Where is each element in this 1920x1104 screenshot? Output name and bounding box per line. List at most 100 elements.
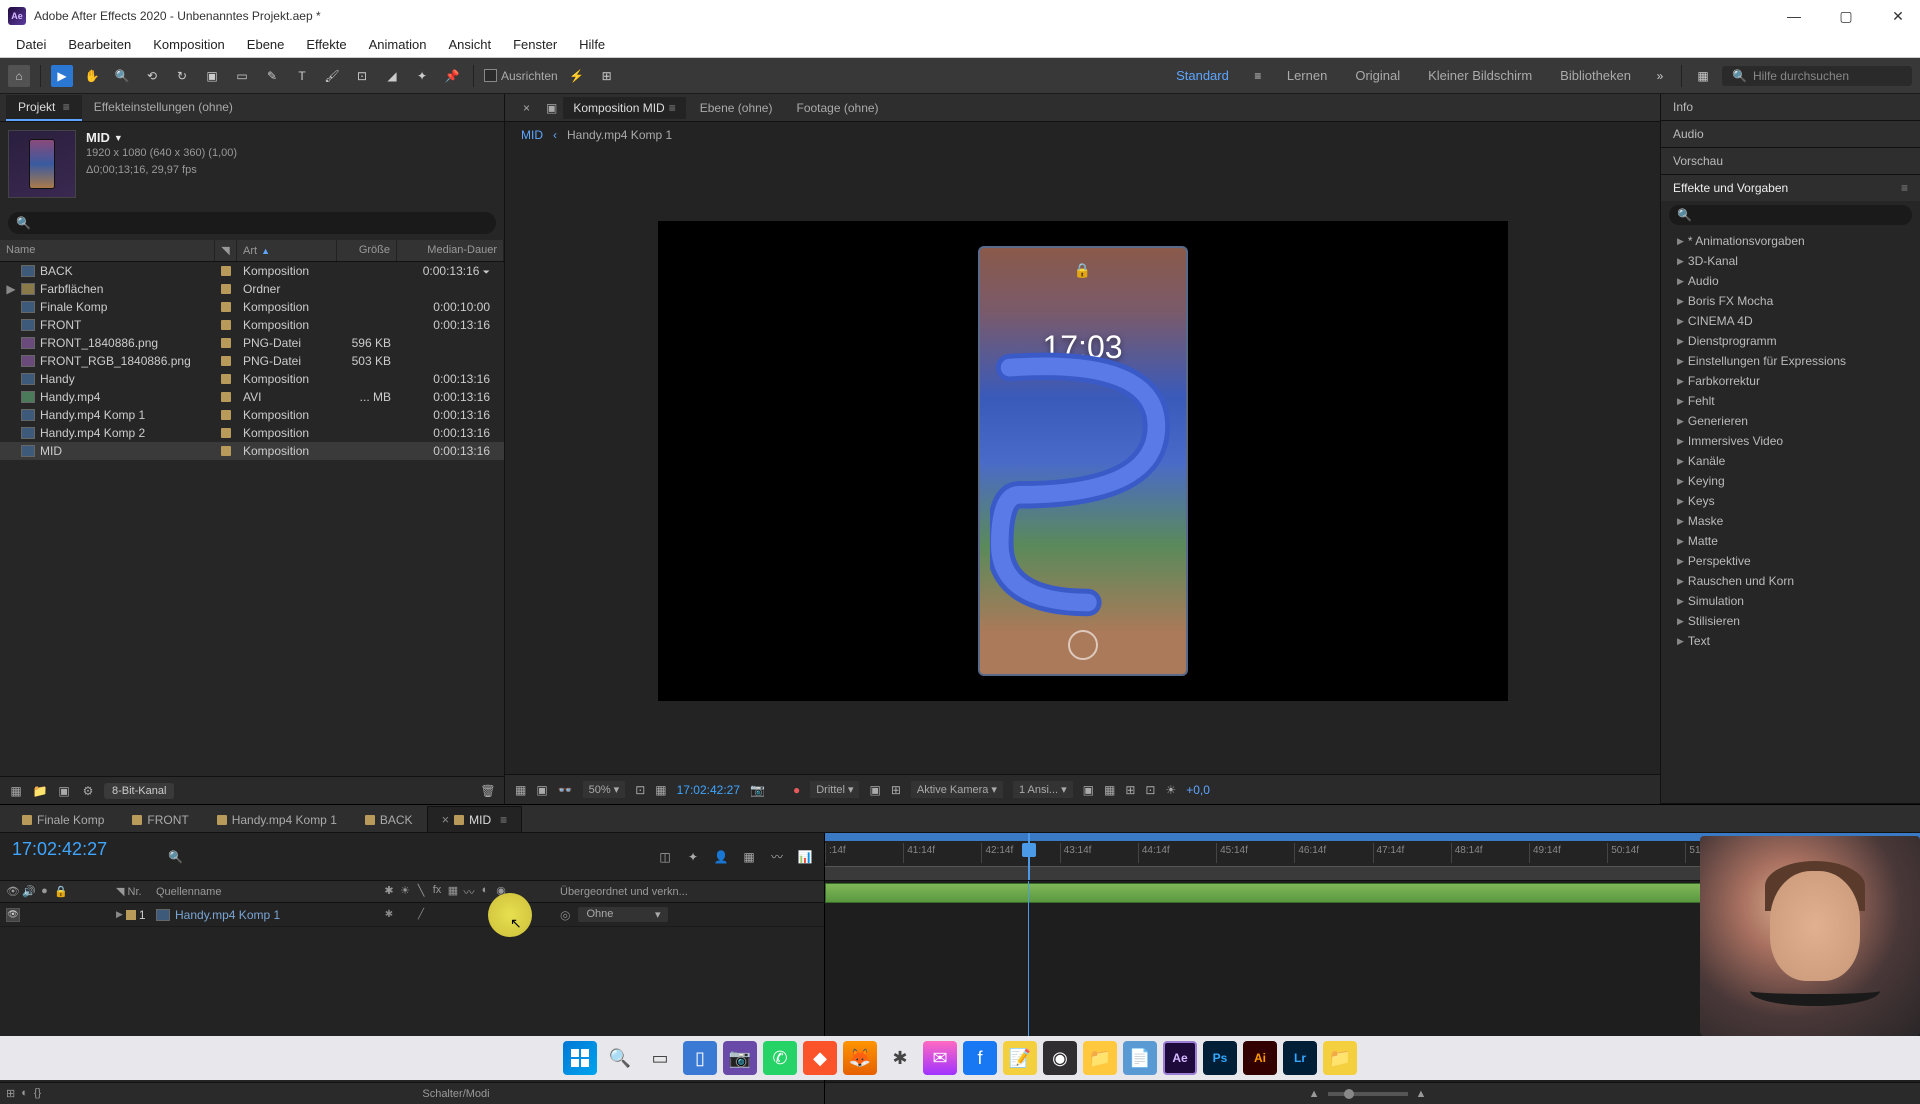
layer-twirl-icon[interactable]: ▶ bbox=[116, 909, 123, 920]
timeline-tab[interactable]: Handy.mp4 Komp 1 bbox=[203, 808, 351, 832]
project-item[interactable]: Handy.mp4 Komp 2 Komposition 0:00:13:16 bbox=[0, 424, 504, 442]
breadcrumb-root[interactable]: MID bbox=[521, 128, 543, 142]
tab-projekt[interactable]: Projekt ≡ bbox=[6, 95, 82, 121]
rect-tool-icon[interactable]: ▭ bbox=[231, 65, 253, 87]
alpha-toggle-icon[interactable]: ▦ bbox=[515, 783, 526, 797]
panel-info[interactable]: Info bbox=[1661, 94, 1920, 120]
project-item[interactable]: ▶Farbflächen Ordner bbox=[0, 280, 504, 298]
current-time-display[interactable]: 17:02:42:27 bbox=[677, 783, 740, 797]
project-settings-icon[interactable]: ⚙ bbox=[80, 783, 96, 799]
channel-icon[interactable]: ● bbox=[793, 783, 800, 797]
effects-category[interactable]: ▶Fehlt bbox=[1661, 391, 1920, 411]
effects-category[interactable]: ▶Generieren bbox=[1661, 411, 1920, 431]
grid-toggle-icon[interactable]: ▣ bbox=[536, 783, 547, 797]
effects-category[interactable]: ▶Audio bbox=[1661, 271, 1920, 291]
bit-depth-button[interactable]: 8-Bit-Kanal bbox=[104, 783, 174, 799]
selection-tool-icon[interactable]: ▶ bbox=[51, 65, 73, 87]
effects-category[interactable]: ▶Kanäle bbox=[1661, 451, 1920, 471]
taskbar-whatsapp-icon[interactable]: ✆ bbox=[763, 1041, 797, 1075]
layer-visibility-toggle[interactable]: 👁 bbox=[6, 908, 20, 922]
menu-fenster[interactable]: Fenster bbox=[503, 34, 567, 55]
close-button[interactable]: ✕ bbox=[1884, 8, 1912, 25]
effects-category[interactable]: ▶Stilisieren bbox=[1661, 611, 1920, 631]
workspace-kleiner[interactable]: Kleiner Bildschirm bbox=[1418, 65, 1542, 86]
workspace-standard[interactable]: Standard bbox=[1166, 65, 1239, 86]
panel-vorschau[interactable]: Vorschau bbox=[1661, 148, 1920, 174]
shy-switch-icon[interactable]: ✱ bbox=[382, 884, 396, 900]
exposure-reset-icon[interactable]: ☀ bbox=[1165, 783, 1176, 797]
zoom-dropdown[interactable]: 50% ▾ bbox=[583, 781, 626, 798]
taskbar-app1-icon[interactable]: ✱ bbox=[883, 1041, 917, 1075]
timeline-tab[interactable]: FRONT bbox=[118, 808, 202, 832]
taskbar-camera-icon[interactable]: 📷 bbox=[723, 1041, 757, 1075]
motionblur-switch-icon[interactable]: 〰 bbox=[462, 884, 476, 900]
fast-preview-icon[interactable]: ▣ bbox=[869, 783, 880, 797]
tab-footage[interactable]: Footage (ohne) bbox=[786, 97, 888, 119]
taskbar-app2-icon[interactable]: 📁 bbox=[1323, 1041, 1357, 1075]
effects-category[interactable]: ▶* Animationsvorgaben bbox=[1661, 231, 1920, 251]
effects-category[interactable]: ▶Text bbox=[1661, 631, 1920, 651]
toggle-switches-icon[interactable]: ⊞ bbox=[6, 1087, 15, 1100]
effects-category[interactable]: ▶CINEMA 4D bbox=[1661, 311, 1920, 331]
parent-dropdown[interactable]: Ohne▾ bbox=[578, 907, 668, 922]
timeline-icon[interactable]: ⊞ bbox=[891, 783, 901, 797]
orbit-tool-icon[interactable]: ⟲ bbox=[141, 65, 163, 87]
timeline-search-input[interactable]: 🔍 bbox=[168, 847, 648, 867]
roto-tool-icon[interactable]: ✦ bbox=[411, 65, 433, 87]
frameblend-switch-icon[interactable]: ▦ bbox=[446, 884, 460, 900]
menu-ansicht[interactable]: Ansicht bbox=[438, 34, 501, 55]
delete-icon[interactable]: 🗑 bbox=[480, 783, 496, 799]
mask-toggle-icon[interactable]: 👓 bbox=[558, 783, 573, 797]
menu-hilfe[interactable]: Hilfe bbox=[569, 34, 615, 55]
menu-ebene[interactable]: Ebene bbox=[237, 34, 295, 55]
project-item[interactable]: Handy.mp4 AVI ... MB 0:00:13:16 bbox=[0, 388, 504, 406]
zoom-out-icon[interactable]: ▲ bbox=[1309, 1088, 1320, 1100]
view2-icon[interactable]: ▦ bbox=[1104, 783, 1115, 797]
workspace-reset-icon[interactable]: ▦ bbox=[1692, 65, 1714, 87]
taskbar-notes-icon[interactable]: 📝 bbox=[1003, 1041, 1037, 1075]
exposure-value[interactable]: +0,0 bbox=[1186, 783, 1210, 797]
comp-mini-flowchart-icon[interactable]: ◫ bbox=[656, 848, 674, 866]
zoom-tool-icon[interactable]: 🔍 bbox=[111, 65, 133, 87]
effects-category[interactable]: ▶Keys bbox=[1661, 491, 1920, 511]
workspace-original[interactable]: Original bbox=[1345, 65, 1410, 86]
tab-komposition[interactable]: Komposition MID ≡ bbox=[563, 97, 685, 119]
timeline-tab[interactable]: Finale Komp bbox=[8, 808, 118, 832]
snapshot-icon[interactable]: 📷 bbox=[750, 783, 765, 797]
puppet-tool-icon[interactable]: 📌 bbox=[441, 65, 463, 87]
effects-category[interactable]: ▶3D-Kanal bbox=[1661, 251, 1920, 271]
new-folder-icon[interactable]: 📁 bbox=[32, 783, 48, 799]
viewer-lock-icon[interactable]: ▣ bbox=[544, 97, 559, 119]
quality-switch-icon[interactable]: ╲ bbox=[414, 884, 428, 900]
switches-modes-toggle[interactable]: Schalter/Modi bbox=[88, 1088, 824, 1100]
active-camera-dropdown[interactable]: Aktive Kamera ▾ bbox=[911, 781, 1003, 798]
frame-blend-icon[interactable]: ▦ bbox=[740, 848, 758, 866]
project-item[interactable]: MID Komposition 0:00:13:16 bbox=[0, 442, 504, 460]
layer-quality-switch[interactable]: ╱ bbox=[414, 908, 428, 922]
layer-label-icon[interactable] bbox=[126, 910, 136, 920]
effects-search-input[interactable]: 🔍 bbox=[1669, 205, 1912, 225]
transparency-icon[interactable]: ▦ bbox=[655, 783, 666, 797]
effects-category[interactable]: ▶Boris FX Mocha bbox=[1661, 291, 1920, 311]
workspace-overflow-icon[interactable]: » bbox=[1649, 65, 1671, 87]
layer-name[interactable]: Handy.mp4 Komp 1 bbox=[175, 908, 280, 922]
shy-icon[interactable]: 👤 bbox=[712, 848, 730, 866]
effects-category[interactable]: ▶Keying bbox=[1661, 471, 1920, 491]
home-icon[interactable]: ⌂ bbox=[8, 65, 30, 87]
project-item[interactable]: BACK Komposition 0:00:13:16 ⏷ bbox=[0, 262, 504, 280]
effects-category[interactable]: ▶Perspektive bbox=[1661, 551, 1920, 571]
effects-category[interactable]: ▶Farbkorrektur bbox=[1661, 371, 1920, 391]
timeline-tab[interactable]: ×MID ≡ bbox=[427, 806, 523, 832]
timeline-layer-row[interactable]: 👁 ▶1 Handy.mp4 Komp 1 ✱ ╱ ◎Ohne▾ ↖ bbox=[0, 903, 824, 927]
taskbar-brave-icon[interactable]: ◆ bbox=[803, 1041, 837, 1075]
project-item[interactable]: FRONT Komposition 0:00:13:16 bbox=[0, 316, 504, 334]
menu-effekte[interactable]: Effekte bbox=[296, 34, 356, 55]
effects-category[interactable]: ▶Immersives Video bbox=[1661, 431, 1920, 451]
effects-category[interactable]: ▶Einstellungen für Expressions bbox=[1661, 351, 1920, 371]
project-item[interactable]: Handy Komposition 0:00:13:16 bbox=[0, 370, 504, 388]
camera-tool-icon[interactable]: ▣ bbox=[201, 65, 223, 87]
project-item[interactable]: Finale Komp Komposition 0:00:10:00 bbox=[0, 298, 504, 316]
timeline-tab[interactable]: BACK bbox=[351, 808, 427, 832]
3d-switch-icon[interactable]: ◉ bbox=[494, 884, 508, 900]
timeline-timecode[interactable]: 17:02:42:27 bbox=[12, 839, 148, 860]
